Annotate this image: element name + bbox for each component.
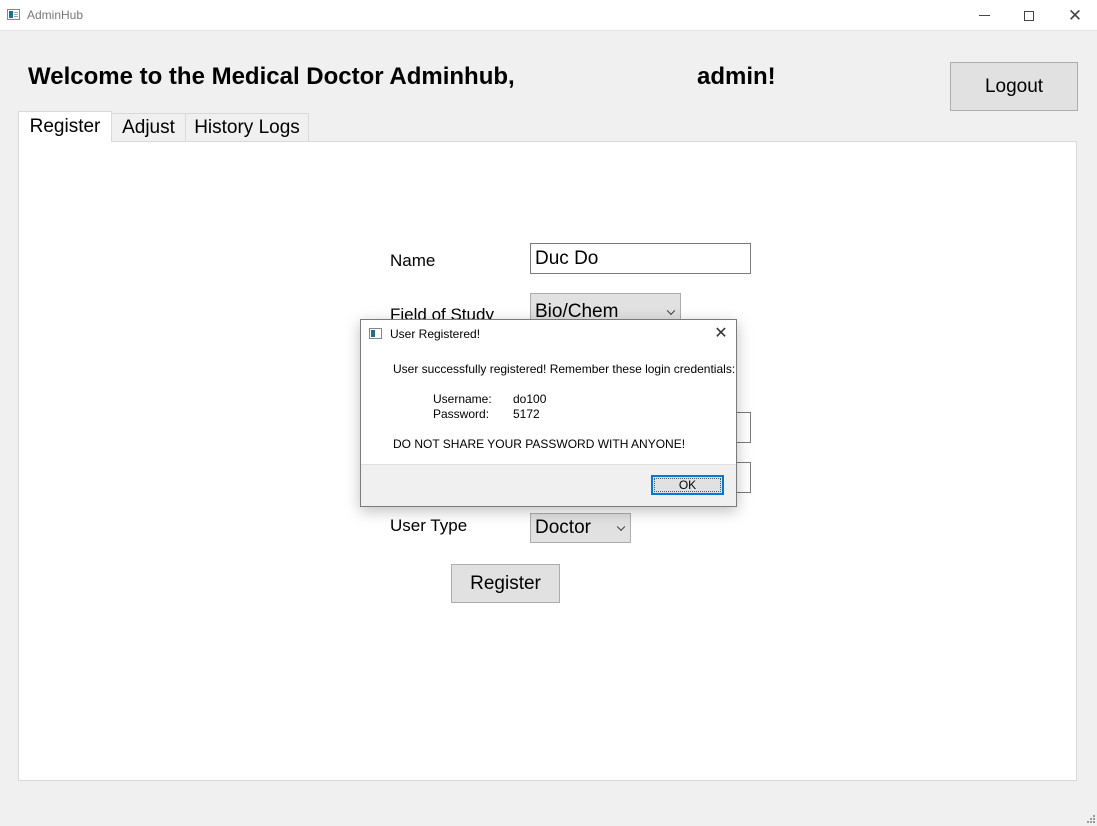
welcome-username: admin! (697, 63, 776, 90)
minimize-icon (978, 15, 990, 16)
chevron-down-icon (666, 306, 676, 316)
password-label: Password: (433, 407, 490, 421)
user-type-value: Doctor (535, 517, 591, 538)
resize-grip-icon[interactable] (1086, 814, 1096, 824)
ok-button[interactable]: OK (651, 475, 724, 495)
app-icon (7, 9, 20, 20)
username-value: do100 (513, 392, 547, 406)
user-type-select[interactable]: Doctor (530, 513, 631, 543)
dialog-app-icon (369, 328, 382, 339)
maximize-icon (1024, 10, 1034, 21)
name-input[interactable]: Duc Do (530, 243, 751, 274)
window-close-button[interactable]: ✕ (1052, 0, 1097, 31)
username-label: Username: (433, 392, 492, 406)
minimize-button[interactable] (961, 0, 1007, 31)
dialog-footer: OK (361, 464, 736, 506)
chevron-down-icon (616, 522, 626, 532)
dialog-close-button[interactable]: ✕ (709, 324, 733, 344)
name-label: Name (390, 251, 436, 270)
password-value: 5172 (513, 407, 540, 421)
maximize-button[interactable] (1006, 0, 1052, 31)
register-button[interactable]: Register (451, 564, 560, 603)
dialog-warning: DO NOT SHARE YOUR PASSWORD WITH ANYONE! (393, 437, 686, 451)
logout-button[interactable]: Logout (950, 62, 1078, 111)
user-registered-dialog: User Registered! ✕ User successfully reg… (360, 319, 737, 507)
window-titlebar: AdminHub ✕ (0, 0, 1097, 31)
tab-register[interactable]: Register (18, 111, 112, 142)
welcome-heading: Welcome to the Medical Doctor Adminhub, (28, 63, 515, 90)
window-title: AdminHub (27, 8, 84, 22)
tab-adjust[interactable]: Adjust (111, 113, 186, 142)
dialog-title: User Registered! (390, 327, 481, 341)
close-icon: ✕ (714, 325, 728, 342)
dialog-message: User successfully registered! Remember t… (393, 362, 736, 376)
close-icon: ✕ (1067, 6, 1083, 25)
tab-history-logs[interactable]: History Logs (185, 113, 309, 142)
user-type-label: User Type (390, 516, 468, 535)
